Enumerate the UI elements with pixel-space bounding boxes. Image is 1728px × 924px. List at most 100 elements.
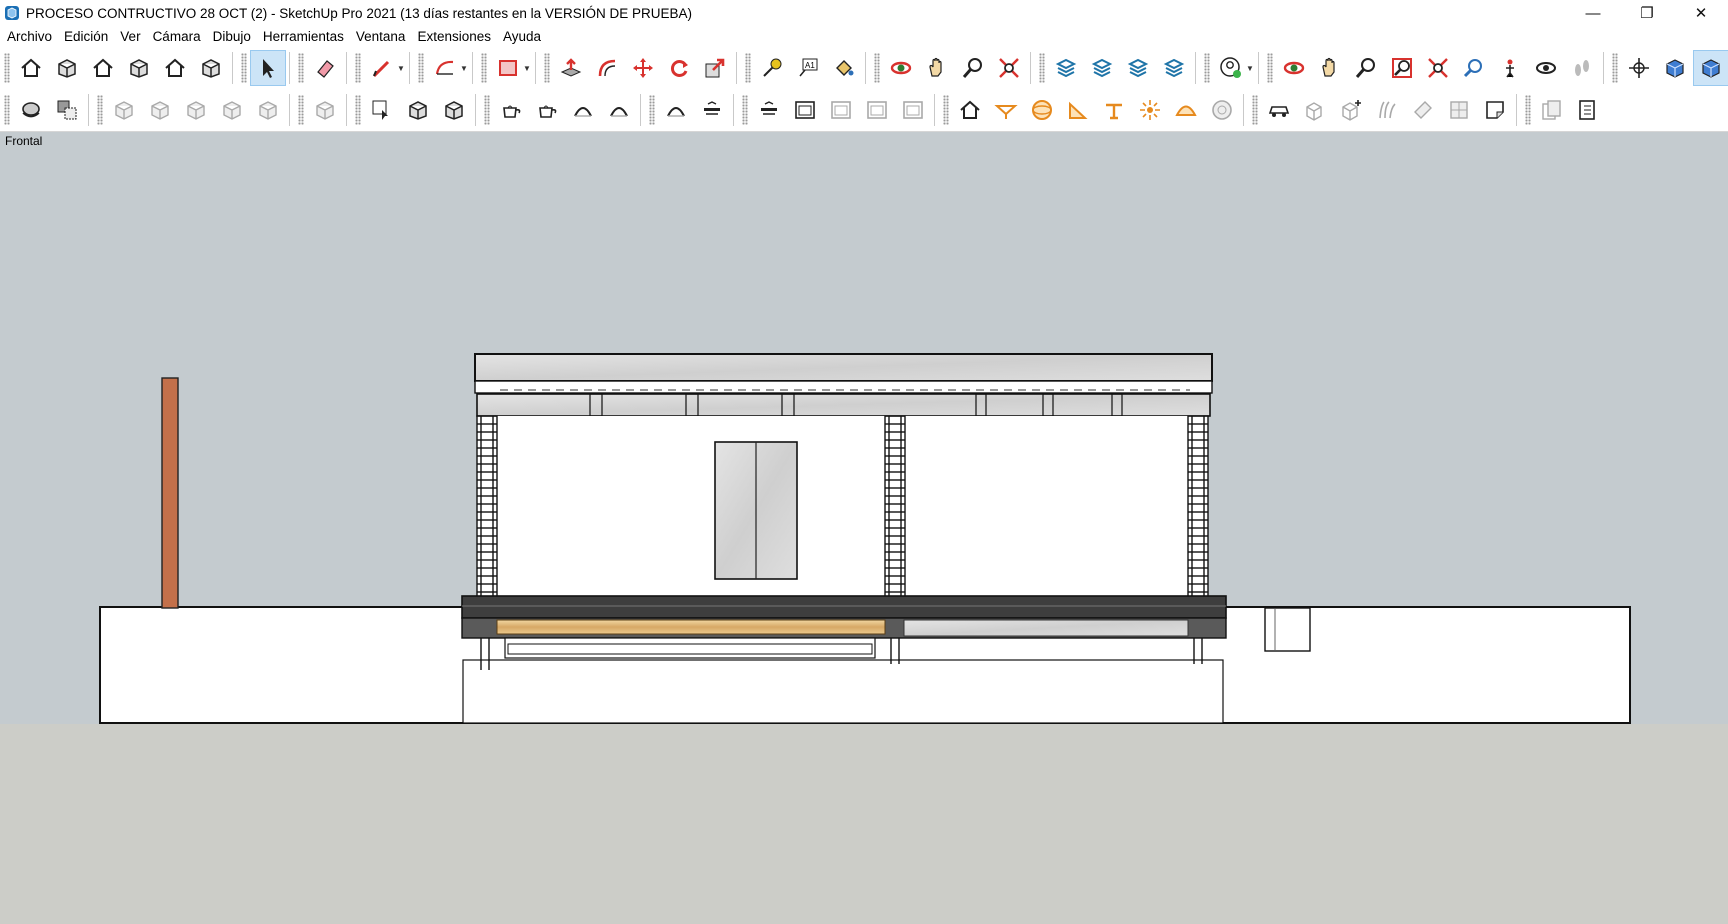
menu-ayuda[interactable]: Ayuda	[497, 26, 547, 48]
menu-camara[interactable]: Cámara	[147, 26, 207, 48]
toolbar-grip[interactable]	[544, 53, 550, 83]
zoom-button[interactable]	[1348, 50, 1384, 86]
paint-bucket-button[interactable]	[826, 50, 862, 86]
frame-3-button[interactable]	[859, 92, 895, 128]
dome-button[interactable]	[1168, 92, 1204, 128]
restore-button[interactable]: ❐	[1620, 0, 1674, 26]
close-button[interactable]: ✕	[1674, 0, 1728, 26]
tree-view-button[interactable]	[1570, 92, 1606, 128]
menu-ventana[interactable]: Ventana	[350, 26, 412, 48]
previous-view-button[interactable]	[1456, 50, 1492, 86]
pan-button[interactable]	[919, 50, 955, 86]
sandbox-stamp-button[interactable]	[436, 92, 472, 128]
frame-4-button[interactable]	[895, 92, 931, 128]
sandbox-smoove-button[interactable]	[400, 92, 436, 128]
menu-dibujo[interactable]: Dibujo	[207, 26, 257, 48]
zoom-window-button[interactable]	[1384, 50, 1420, 86]
text-label-button[interactable]: A1	[790, 50, 826, 86]
orbit-button[interactable]	[883, 50, 919, 86]
drawing-viewport[interactable]: Frontal	[0, 132, 1728, 924]
wireframe-button[interactable]	[142, 92, 178, 128]
sun-house-button[interactable]	[952, 92, 988, 128]
ruler-diagonal-button[interactable]	[1405, 92, 1441, 128]
sphere-button[interactable]	[1024, 92, 1060, 128]
solid-union-button[interactable]	[13, 92, 49, 128]
arc-button[interactable]	[427, 50, 463, 86]
table-button[interactable]	[1096, 92, 1132, 128]
protractor-button[interactable]	[1060, 92, 1096, 128]
toolbar-grip[interactable]	[1612, 53, 1618, 83]
eraser-button[interactable]	[307, 50, 343, 86]
umbrella-button[interactable]	[988, 92, 1024, 128]
cube-outline-button[interactable]	[1297, 92, 1333, 128]
outliner-button[interactable]	[1048, 50, 1084, 86]
open-box-button[interactable]	[121, 50, 157, 86]
toolbar-grip[interactable]	[97, 95, 103, 125]
page-curl-button[interactable]	[1477, 92, 1513, 128]
toolbar-grip[interactable]	[745, 53, 751, 83]
drape-button[interactable]	[565, 92, 601, 128]
toolbar-grip[interactable]	[742, 95, 748, 125]
shaded-button[interactable]	[214, 92, 250, 128]
grass-button[interactable]	[1369, 92, 1405, 128]
home-button[interactable]	[85, 50, 121, 86]
frame-button[interactable]	[787, 92, 823, 128]
look-around-button[interactable]	[1528, 50, 1564, 86]
frame-2-button[interactable]	[823, 92, 859, 128]
layers-button[interactable]	[1120, 50, 1156, 86]
account-button[interactable]	[1213, 50, 1249, 86]
move-button[interactable]	[625, 50, 661, 86]
car-button[interactable]	[1261, 92, 1297, 128]
zoom-extents-button[interactable]	[1420, 50, 1456, 86]
component-button[interactable]	[49, 50, 85, 86]
teapot-button[interactable]	[493, 92, 529, 128]
menu-edicion[interactable]: Edición	[58, 26, 114, 48]
rotate-button[interactable]	[661, 50, 697, 86]
grid-button[interactable]	[1441, 92, 1477, 128]
select-arrow-button[interactable]	[250, 50, 286, 86]
minimize-button[interactable]: —	[1566, 0, 1620, 26]
menu-archivo[interactable]: Archivo	[1, 26, 58, 48]
push-pull-button[interactable]	[553, 50, 589, 86]
match-photo-button[interactable]	[694, 92, 730, 128]
toolbar-grip[interactable]	[649, 95, 655, 125]
toolbar-grip[interactable]	[418, 53, 424, 83]
toolbar-grip[interactable]	[1525, 95, 1531, 125]
toolbar-grip[interactable]	[4, 95, 10, 125]
tape-measure-button[interactable]	[754, 50, 790, 86]
zoom-extents-button[interactable]	[991, 50, 1027, 86]
pan-button[interactable]	[1312, 50, 1348, 86]
orbit-button[interactable]	[1276, 50, 1312, 86]
rectangle-button[interactable]	[490, 50, 526, 86]
circle-gray-button[interactable]	[1204, 92, 1240, 128]
zoom-button[interactable]	[955, 50, 991, 86]
xray-button[interactable]	[106, 92, 142, 128]
toolbar-grip[interactable]	[484, 95, 490, 125]
axes-button[interactable]	[1621, 50, 1657, 86]
toolbar-grip[interactable]	[1267, 53, 1273, 83]
3d-warehouse-button[interactable]	[13, 50, 49, 86]
toolbar-grip[interactable]	[355, 95, 361, 125]
textured-button[interactable]	[250, 92, 286, 128]
hidden-line-button[interactable]	[178, 92, 214, 128]
monochrome-button[interactable]	[307, 92, 343, 128]
house-outline-button[interactable]	[157, 50, 193, 86]
toolbar-grip[interactable]	[241, 53, 247, 83]
toolbar-grip[interactable]	[298, 53, 304, 83]
teapot-edit-button[interactable]	[529, 92, 565, 128]
menu-ver[interactable]: Ver	[114, 26, 146, 48]
component-options-button[interactable]	[364, 92, 400, 128]
pencil-line-button[interactable]	[364, 50, 400, 86]
display-section-button[interactable]	[1693, 50, 1728, 86]
section-plane-button[interactable]	[1657, 50, 1693, 86]
toolbar-grip[interactable]	[1252, 95, 1258, 125]
cube-plus-button[interactable]	[1333, 92, 1369, 128]
toolbar-grip[interactable]	[355, 53, 361, 83]
toolbar-grip[interactable]	[4, 53, 10, 83]
light-button[interactable]	[1132, 92, 1168, 128]
copy-button[interactable]	[1534, 92, 1570, 128]
toolbar-grip[interactable]	[874, 53, 880, 83]
scale-button[interactable]	[697, 50, 733, 86]
add-detail-button[interactable]	[601, 92, 637, 128]
toolbar-grip[interactable]	[943, 95, 949, 125]
